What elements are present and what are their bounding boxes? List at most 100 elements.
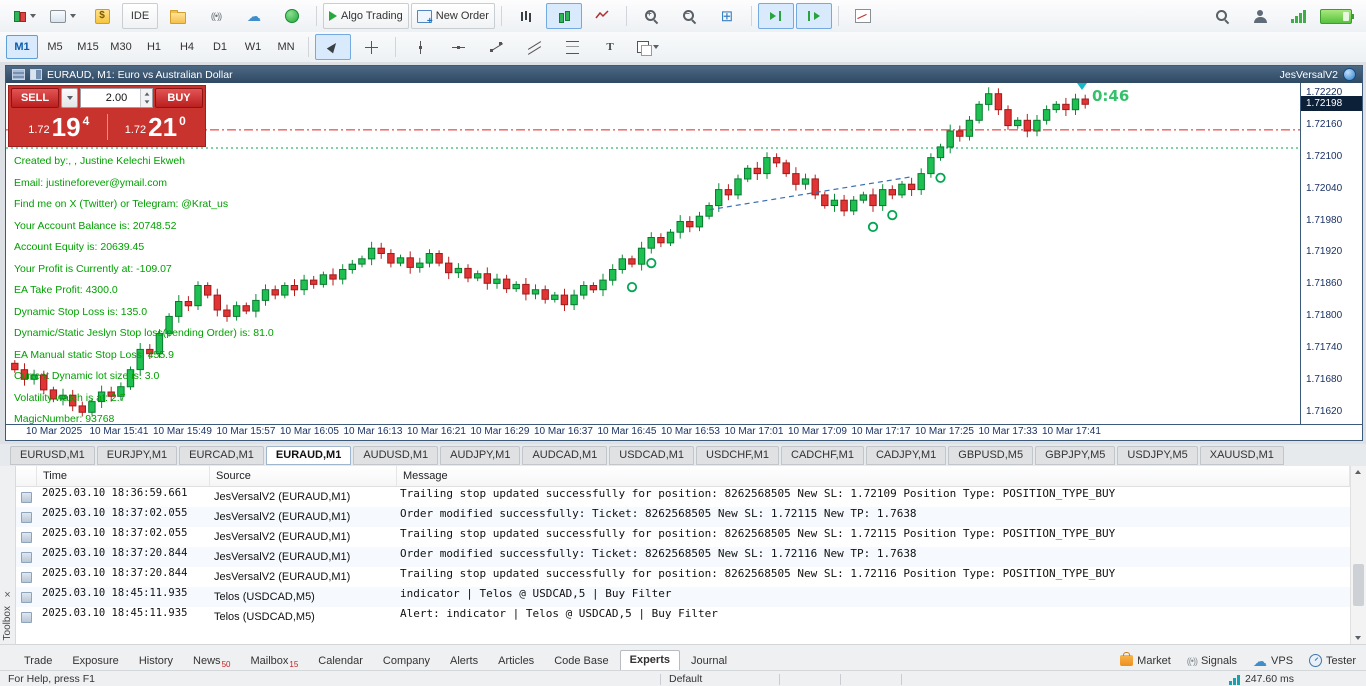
log-row[interactable]: 2025.03.10 18:45:11.935 Telos (USDCAD,M5)… (16, 607, 1350, 627)
tester-button[interactable]: Tester (1309, 654, 1356, 667)
timeframe-m15[interactable]: M15 (72, 35, 104, 59)
timeframe-m1[interactable]: M1 (6, 35, 38, 59)
log-header-time[interactable]: Time (37, 466, 210, 486)
log-row[interactable]: 2025.03.10 18:36:59.661 JesVersalV2 (EURA… (16, 487, 1350, 507)
scroll-down-icon[interactable] (1355, 636, 1361, 640)
report-tab-code-base[interactable]: Code Base (545, 652, 617, 671)
auto-scroll-button[interactable] (757, 3, 794, 29)
timeframe-d1[interactable]: D1 (204, 35, 236, 59)
chart-tab-cadchf-m1[interactable]: CADCHF,M1 (781, 446, 864, 465)
signals-button[interactable]: Signals (1187, 655, 1237, 667)
timeframe-mn[interactable]: MN (270, 35, 302, 59)
report-tab-company[interactable]: Company (374, 652, 439, 671)
market-button[interactable]: Market (1120, 652, 1171, 667)
new-chart-button[interactable] (6, 3, 42, 29)
report-tab-experts[interactable]: Experts (619, 650, 680, 671)
chart-plot[interactable]: SELL 2.00 BUY 1.72 19 4 1.72 21 0 Create… (6, 83, 1300, 424)
log-row[interactable]: 2025.03.10 18:37:02.055 JesVersalV2 (EURA… (16, 507, 1350, 527)
chart-tab-audcad-m1[interactable]: AUDCAD,M1 (522, 446, 608, 465)
vertical-line-tool-button[interactable] (402, 34, 438, 60)
one-click-menu-button[interactable] (61, 88, 78, 108)
broadcast-button[interactable] (198, 3, 234, 29)
crosshair-tool-button[interactable] (353, 34, 389, 60)
report-tab-news[interactable]: News50 (184, 652, 239, 671)
chart-tab-gbpusd-m5[interactable]: GBPUSD,M5 (948, 446, 1034, 465)
chart-tab-eurusd-m1[interactable]: EURUSD,M1 (10, 446, 95, 465)
report-tab-exposure[interactable]: Exposure (63, 652, 127, 671)
bar-chart-mode-button[interactable] (508, 3, 544, 29)
report-tab-label: Journal (690, 655, 728, 667)
log-row[interactable]: 2025.03.10 18:37:20.844 JesVersalV2 (EURA… (16, 567, 1350, 587)
timeframe-m5[interactable]: M5 (39, 35, 71, 59)
chart-tab-eurcad-m1[interactable]: EURCAD,M1 (179, 446, 264, 465)
trendline-tool-button[interactable] (478, 34, 514, 60)
sell-button[interactable]: SELL (11, 88, 59, 108)
community-button[interactable] (274, 3, 310, 29)
chart-tab-gbpjpy-m5[interactable]: GBPJPY,M5 (1035, 446, 1116, 465)
connection-status-button[interactable] (1280, 3, 1316, 29)
chart-tab-usdjpy-m5[interactable]: USDJPY,M5 (1117, 446, 1198, 465)
cursor-tool-button[interactable] (315, 34, 351, 60)
connection-bars-icon (1290, 9, 1306, 23)
tile-windows-button[interactable] (709, 3, 745, 29)
log-header-message[interactable]: Message (397, 466, 1350, 486)
log-row[interactable]: 2025.03.10 18:37:20.844 JesVersalV2 (EURA… (16, 547, 1350, 567)
zoom-in-button[interactable]: + (633, 3, 669, 29)
text-tool-button[interactable] (592, 34, 628, 60)
timeframe-h1[interactable]: H1 (138, 35, 170, 59)
log-row[interactable]: 2025.03.10 18:37:02.055 JesVersalV2 (EURA… (16, 527, 1350, 547)
timeframe-w1[interactable]: W1 (237, 35, 269, 59)
chart-tab-eurjpy-m1[interactable]: EURJPY,M1 (96, 446, 178, 465)
report-tab-history[interactable]: History (130, 652, 182, 671)
report-tab-mailbox[interactable]: Mailbox15 (241, 652, 307, 671)
report-tab-journal[interactable]: Journal (682, 652, 736, 671)
candle-chart-mode-button[interactable] (545, 3, 582, 29)
profile-selector[interactable]: Default (661, 673, 779, 685)
horizontal-line-tool-button[interactable] (440, 34, 476, 60)
data-folder-button[interactable] (160, 3, 196, 29)
log-header-source[interactable]: Source (210, 466, 397, 486)
report-tab-trade[interactable]: Trade (15, 652, 61, 671)
chart-tab-usdcad-m1[interactable]: USDCAD,M1 (609, 446, 695, 465)
lot-size-input[interactable]: 2.00 (80, 88, 153, 108)
report-tab-calendar[interactable]: Calendar (309, 652, 372, 671)
cloud-button[interactable] (236, 3, 272, 29)
vps-button[interactable]: VPS (1253, 655, 1293, 667)
chart-profiles-button[interactable] (44, 3, 82, 29)
report-tab-articles[interactable]: Articles (489, 652, 543, 671)
chart-tab-euraud-m1[interactable]: EURAUD,M1 (265, 446, 352, 465)
fibonacci-tool-button[interactable] (554, 34, 590, 60)
lot-size-stepper[interactable] (140, 89, 152, 107)
chart-tab-audjpy-m1[interactable]: AUDJPY,M1 (440, 446, 521, 465)
price-axis[interactable]: 1.72198 1.72220 1.72160 1.72100 1.72040 1.71… (1300, 83, 1362, 424)
one-click-trading-panel: SELL 2.00 BUY 1.72 19 4 1.72 21 0 (8, 85, 206, 147)
log-row[interactable]: 2025.03.10 18:45:11.935 Telos (USDCAD,M5)… (16, 587, 1350, 607)
ide-button[interactable]: IDE (122, 3, 158, 29)
report-tab-alerts[interactable]: Alerts (441, 652, 487, 671)
account-button[interactable] (1242, 3, 1278, 29)
market-watch-button[interactable] (84, 3, 120, 29)
close-icon[interactable] (4, 590, 10, 600)
strategy-tester-button[interactable] (845, 3, 881, 29)
chart-shift-button[interactable] (795, 3, 832, 29)
new-order-button[interactable]: New Order (410, 3, 495, 29)
line-chart-mode-button[interactable] (584, 3, 620, 29)
chart-tab-audusd-m1[interactable]: AUDUSD,M1 (353, 446, 439, 465)
scroll-up-icon[interactable] (1355, 470, 1361, 474)
toolbox-scrollbar[interactable] (1350, 466, 1366, 644)
chart-titlebar[interactable]: EURAUD, M1: Euro vs Australian Dollar Je… (6, 66, 1362, 83)
chart-tab-usdchf-m1[interactable]: USDCHF,M1 (696, 446, 779, 465)
search-button[interactable] (1204, 3, 1240, 29)
channel-tool-button[interactable] (516, 34, 552, 60)
chart-tab-xauusd-m1[interactable]: XAUUSD,M1 (1199, 446, 1284, 465)
algo-trading-button[interactable]: Algo Trading (323, 3, 409, 29)
chart-tab-cadjpy-m1[interactable]: CADJPY,M1 (865, 446, 947, 465)
zoom-in-icon: + (644, 9, 658, 23)
timeframe-m30[interactable]: M30 (105, 35, 137, 59)
buy-button[interactable]: BUY (155, 88, 203, 108)
zoom-out-button[interactable]: − (671, 3, 707, 29)
timeframe-h4[interactable]: H4 (171, 35, 203, 59)
scrollbar-thumb[interactable] (1353, 564, 1364, 606)
shapes-tool-button[interactable] (630, 34, 666, 60)
time-axis[interactable]: 10 Mar 2025 10 Mar 15:41 10 Mar 15:49 10 Ma… (6, 424, 1362, 440)
